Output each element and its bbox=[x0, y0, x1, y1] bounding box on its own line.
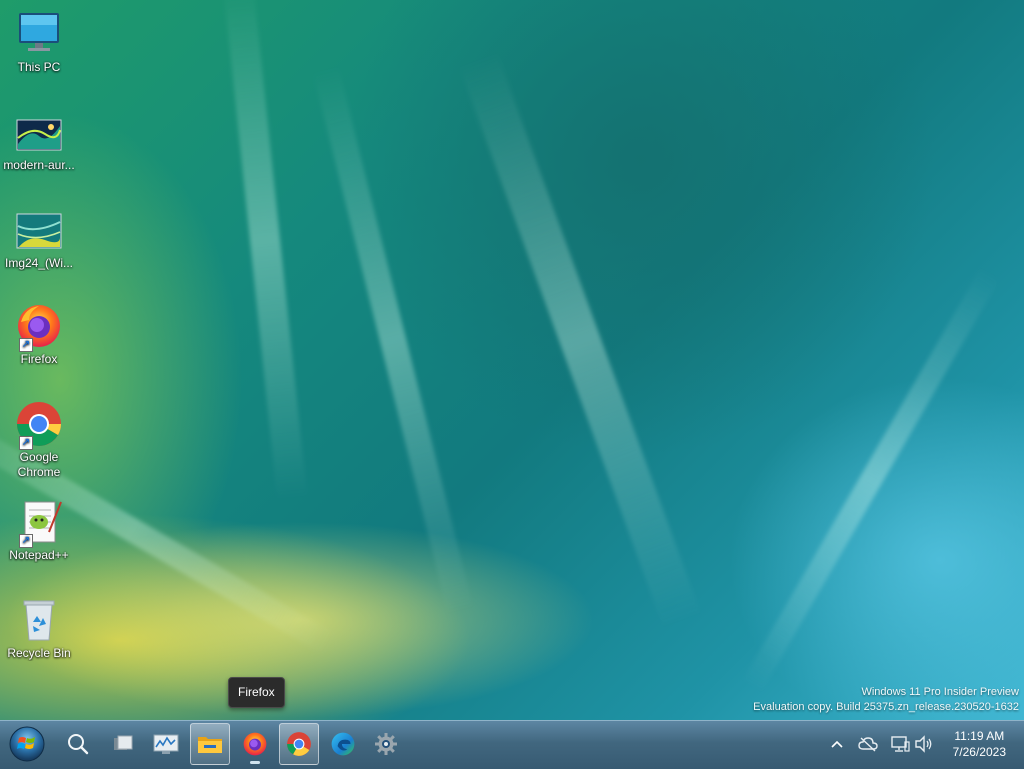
settings-taskbar-button[interactable] bbox=[366, 723, 406, 765]
watermark-build: Evaluation copy. Build 25375.zn_release.… bbox=[753, 701, 1019, 713]
desktop-icon-label: Google Chrome bbox=[17, 450, 61, 479]
task-manager-button[interactable] bbox=[146, 723, 186, 765]
watermark-edition: Windows 11 Pro Insider Preview bbox=[861, 686, 1019, 698]
volume-tray-button[interactable] bbox=[913, 733, 935, 755]
task-view-button[interactable] bbox=[103, 723, 143, 765]
taskbar: 11:19 AM 7/26/2023 bbox=[0, 720, 1024, 769]
desktop-icon-label: Notepad++ bbox=[9, 548, 69, 562]
file-explorer-button[interactable] bbox=[190, 723, 230, 765]
shortcut-arrow-icon: ↗ bbox=[19, 436, 33, 450]
firefox-icon: ↗ bbox=[15, 302, 63, 352]
desktop-icon-notepadpp[interactable]: ↗ Notepad++ bbox=[1, 498, 77, 563]
start-button[interactable] bbox=[6, 723, 48, 765]
chrome-icon: ↗ bbox=[15, 400, 63, 450]
desktop-icon-firefox[interactable]: ↗ Firefox bbox=[1, 302, 77, 367]
folder-icon bbox=[198, 737, 222, 753]
desktop-icon-label: Firefox bbox=[20, 352, 58, 366]
windows-watermark: Windows 11 Pro Insider Preview Evaluatio… bbox=[753, 685, 1019, 715]
cloud-offline-icon bbox=[858, 737, 878, 752]
search-button[interactable] bbox=[58, 723, 98, 765]
desktop-icon-recycle-bin[interactable]: Recycle Bin bbox=[1, 596, 77, 661]
show-hidden-icons-button[interactable] bbox=[826, 733, 848, 755]
desktop-icon-label: Img24_(Wi... bbox=[4, 256, 73, 270]
search-icon bbox=[68, 734, 89, 755]
image-file-icon bbox=[15, 206, 63, 254]
desktop-icon-label: Recycle Bin bbox=[7, 646, 71, 660]
desktop[interactable]: This PC modern-aur... Img24_(Wi... ↗ Fir… bbox=[0, 0, 1024, 720]
wallpaper-streak bbox=[312, 65, 474, 615]
desktop-icon-label: modern-aur... bbox=[3, 158, 75, 172]
taskbar-tooltip: Firefox bbox=[228, 677, 285, 708]
edge-icon bbox=[331, 732, 355, 756]
network-tray-button[interactable] bbox=[889, 733, 911, 755]
clock[interactable]: 11:19 AM 7/26/2023 bbox=[953, 728, 1006, 760]
wallpaper-streak bbox=[458, 51, 702, 629]
shortcut-arrow-icon: ↗ bbox=[19, 534, 33, 548]
resource-monitor-icon bbox=[153, 734, 179, 754]
desktop-icon-label: This PC bbox=[17, 60, 61, 74]
wallpaper-streak bbox=[222, 0, 308, 501]
shortcut-arrow-icon: ↗ bbox=[19, 338, 33, 352]
desktop-icon-img24[interactable]: Img24_(Wi... bbox=[1, 206, 77, 271]
network-icon bbox=[891, 736, 910, 752]
image-file-icon bbox=[15, 108, 63, 156]
clock-time: 11:19 AM bbox=[954, 729, 1005, 743]
desktop-icon-modern-aurora[interactable]: modern-aur... bbox=[1, 108, 77, 173]
clock-date: 7/26/2023 bbox=[952, 745, 1006, 759]
volume-icon bbox=[915, 735, 932, 753]
firefox-icon bbox=[243, 732, 267, 756]
firefox-taskbar-button[interactable] bbox=[235, 723, 275, 765]
gear-icon bbox=[375, 733, 397, 755]
monitor-icon bbox=[15, 10, 63, 58]
desktop-icon-google-chrome[interactable]: ↗ Google Chrome bbox=[1, 400, 77, 480]
running-indicator bbox=[250, 761, 260, 764]
onedrive-tray-button[interactable] bbox=[857, 733, 879, 755]
chevron-up-icon bbox=[831, 740, 843, 748]
wallpaper-streak bbox=[741, 266, 1001, 694]
recycle-bin-icon bbox=[15, 596, 63, 644]
windows-logo-icon bbox=[9, 726, 45, 762]
task-view-icon bbox=[114, 735, 133, 750]
chrome-taskbar-button[interactable] bbox=[279, 723, 319, 765]
edge-taskbar-button[interactable] bbox=[323, 723, 363, 765]
chrome-icon bbox=[287, 732, 311, 756]
notepadpp-icon: ↗ bbox=[15, 498, 63, 548]
desktop-icon-this-pc[interactable]: This PC bbox=[1, 10, 77, 75]
